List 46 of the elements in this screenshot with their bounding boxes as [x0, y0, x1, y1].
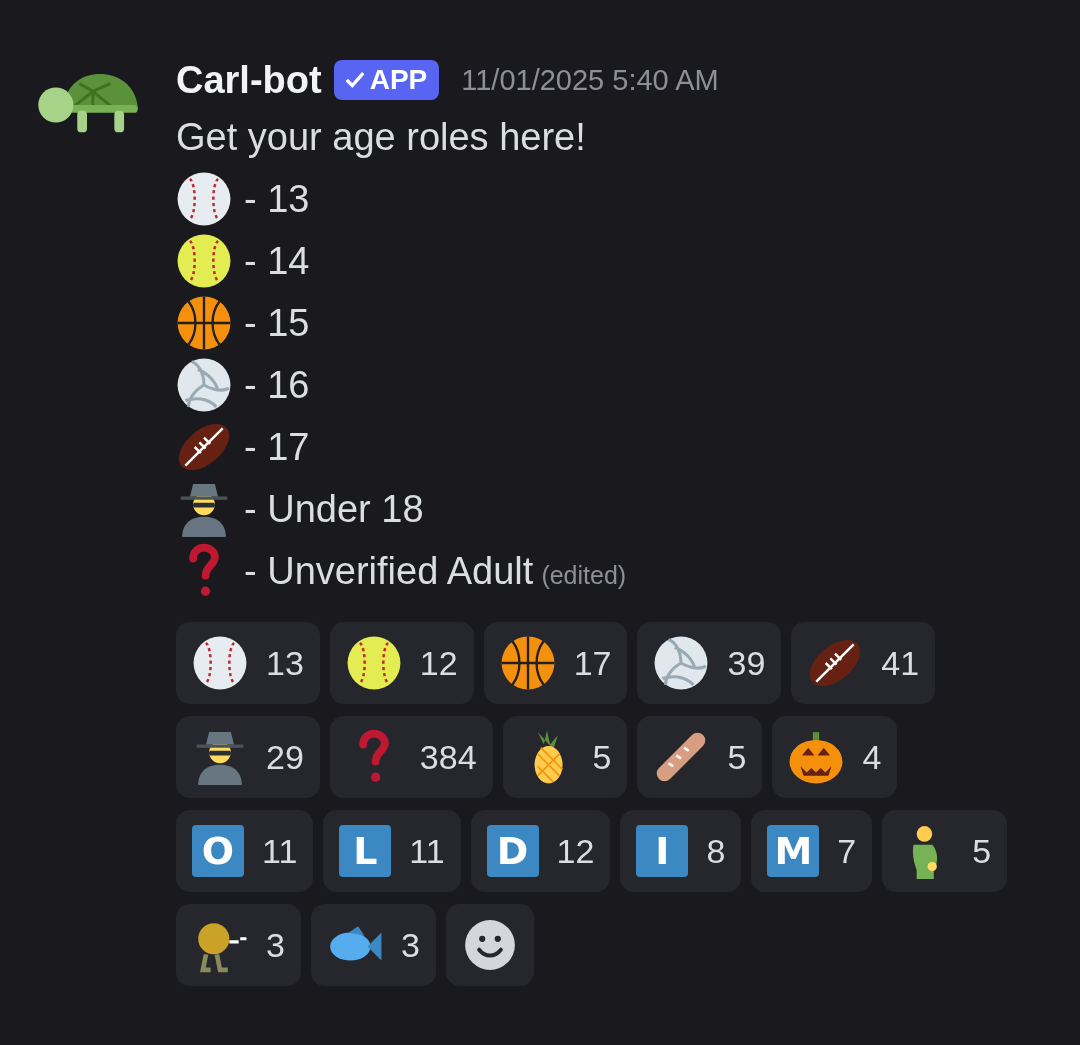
letter-tile: M — [767, 825, 820, 877]
basketball-icon — [499, 635, 556, 691]
reaction-button[interactable]: 17 — [483, 622, 628, 704]
reaction-button[interactable]: L 11 — [323, 810, 461, 892]
add-reaction-button[interactable] — [445, 904, 534, 986]
basketball-icon — [176, 295, 232, 351]
volleyball-icon — [176, 357, 232, 413]
letter-tile: I — [636, 825, 689, 877]
reaction-button[interactable]: I 8 — [620, 810, 742, 892]
message-text: Get your age roles here! — [176, 115, 586, 159]
role-line: - Unverified Adult — [244, 549, 534, 593]
letter-tile: L — [339, 825, 392, 877]
reaction-button[interactable]: 39 — [637, 622, 782, 704]
reaction-button[interactable]: 41 — [791, 622, 936, 704]
reaction-button[interactable]: O 11 — [176, 810, 314, 892]
baseball-icon — [192, 635, 248, 691]
edited-label: (edited) — [541, 560, 627, 590]
baseball-icon — [176, 171, 232, 227]
softball-icon — [176, 233, 232, 289]
reaction-button[interactable]: M 7 — [751, 810, 873, 892]
reaction-button[interactable]: 12 — [329, 622, 474, 704]
reaction-button[interactable]: 3 — [310, 904, 436, 986]
app-badge: APP — [333, 60, 440, 100]
reaction-button[interactable]: 5 — [637, 716, 763, 798]
check-icon — [343, 69, 366, 91]
role-line: - Under 18 — [244, 487, 424, 531]
reaction-button[interactable]: 384 — [329, 716, 493, 798]
reaction-button[interactable]: 4 — [772, 716, 898, 798]
reaction-button[interactable]: 5 — [882, 810, 1008, 892]
volleyball-icon — [653, 635, 710, 691]
letter-tile: D — [486, 825, 539, 877]
role-line: - 16 — [244, 363, 310, 407]
reaction-button[interactable]: D 12 — [470, 810, 611, 892]
reaction-button[interactable]: 29 — [176, 716, 320, 798]
role-line: - 17 — [244, 425, 310, 469]
reaction-button[interactable]: 5 — [502, 716, 628, 798]
role-line: - 13 — [244, 177, 310, 221]
author-name[interactable]: Carl-bot — [176, 58, 322, 102]
softball-icon — [345, 635, 402, 691]
pumpkin-icon — [788, 729, 845, 785]
timestamp: 11/01/2025 5:40 AM — [461, 63, 719, 97]
role-line: - 14 — [244, 239, 310, 283]
letter-tile: O — [192, 825, 244, 877]
reaction-button[interactable]: 3 — [176, 904, 301, 986]
reaction-button[interactable]: 13 — [176, 622, 320, 704]
role-line: - 15 — [244, 301, 310, 345]
